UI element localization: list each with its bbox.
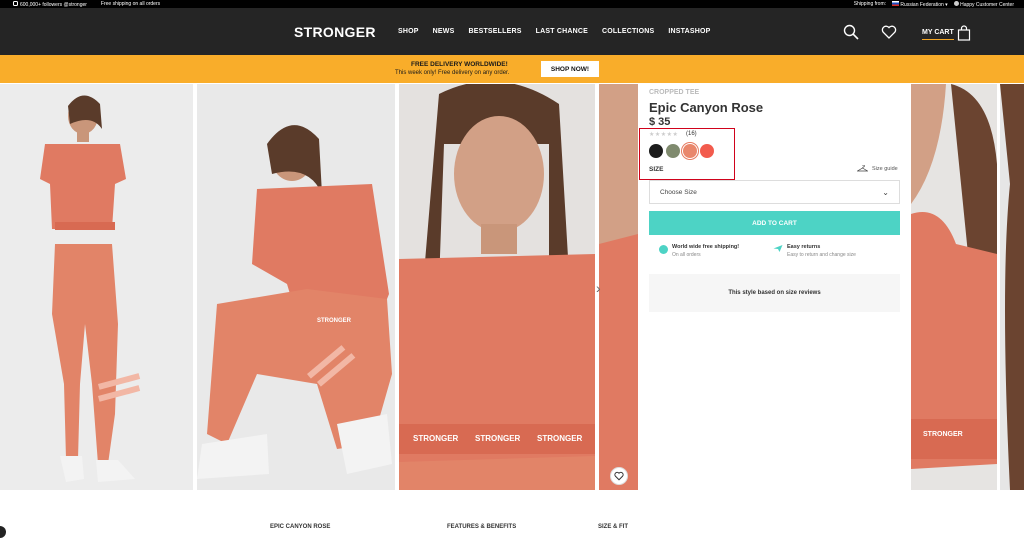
chat-widget-button[interactable] bbox=[0, 526, 6, 538]
product-image-1[interactable] bbox=[0, 84, 193, 490]
model-crouching-image: STRONGER bbox=[197, 125, 392, 479]
shipping-from-label: Shipping from: bbox=[853, 1, 887, 7]
size-guide-text: Size guide bbox=[872, 165, 898, 172]
heart-icon bbox=[614, 471, 624, 481]
promo-subtitle: This week only! Free delivery on any ord… bbox=[395, 70, 510, 76]
feature-subtitle: Easy to return and change size bbox=[787, 252, 856, 258]
nav-item-bestsellers[interactable]: BESTSELLERS bbox=[468, 28, 521, 35]
section-tab-features[interactable]: FEATURES & BENEFITS bbox=[447, 524, 516, 530]
add-to-cart-button[interactable]: ADD TO CART bbox=[649, 211, 900, 235]
top-bar: 600,000+ followers @stronger Free shippi… bbox=[0, 0, 1024, 8]
bag-icon[interactable] bbox=[957, 25, 971, 41]
section-tab-product-name[interactable]: EPIC CANYON ROSE bbox=[270, 524, 330, 530]
my-cart-link[interactable]: MY CART bbox=[922, 29, 954, 40]
customer-center-link[interactable]: Happy Customer Center bbox=[953, 0, 1014, 8]
main-nav: STRONGER SHOP NEWS BESTSELLERS LAST CHAN… bbox=[0, 8, 1024, 55]
nav-item-collections[interactable]: COLLECTIONS bbox=[602, 28, 654, 35]
heart-icon[interactable] bbox=[881, 24, 897, 40]
product-info-panel: CROPPED TEE Epic Canyon Rose $ 35 ★★★★★ … bbox=[638, 84, 911, 490]
gallery-next-arrow[interactable]: › bbox=[596, 280, 601, 296]
shirt-print-text: STRONGER bbox=[475, 434, 521, 443]
shirt-print-text: STRONGER bbox=[537, 434, 583, 443]
return-plane-icon bbox=[773, 245, 783, 252]
instagram-icon bbox=[13, 0, 18, 6]
nav-item-last-chance[interactable]: LAST CHANCE bbox=[536, 28, 588, 35]
add-to-wishlist-button[interactable] bbox=[610, 467, 628, 485]
shirt-print-text: STRONGER bbox=[923, 431, 963, 438]
country-selector[interactable]: Russian Federation ▾ bbox=[892, 0, 948, 8]
product-price: $ 35 bbox=[649, 116, 671, 128]
followers-link[interactable]: 600,000+ followers @stronger bbox=[13, 0, 87, 8]
size-label: SIZE bbox=[649, 166, 664, 173]
top-bar-left: 600,000+ followers @stronger Free shippi… bbox=[13, 0, 161, 8]
chevron-down-icon: ▾ bbox=[945, 1, 948, 8]
feature-easy-returns: Easy returns Easy to return and change s… bbox=[773, 244, 856, 258]
size-reviews-box: This style based on size reviews bbox=[649, 274, 900, 312]
shipping-note: Free shipping on all orders bbox=[100, 1, 161, 7]
product-image-3[interactable]: STRONGER STRONGER STRONGER bbox=[399, 81, 595, 490]
globe-icon bbox=[659, 245, 668, 254]
followers-text: 600,000+ followers @stronger bbox=[20, 1, 87, 8]
search-icon[interactable] bbox=[843, 24, 859, 40]
model-full-body-image bbox=[40, 95, 141, 482]
feature-subtitle: On all orders bbox=[672, 252, 701, 258]
customer-center-text: Happy Customer Center bbox=[960, 1, 1014, 8]
section-tab-size-fit[interactable]: SIZE & FIT bbox=[598, 524, 628, 530]
promo-title: FREE DELIVERY WORLDWIDE! bbox=[411, 61, 508, 68]
hanger-icon bbox=[857, 165, 868, 172]
product-name: Epic Canyon Rose bbox=[649, 100, 764, 115]
product-image-6[interactable] bbox=[1000, 84, 1024, 490]
top-bar-right: Shipping from: Russian Federation ▾ Happ… bbox=[853, 0, 1014, 8]
feature-free-shipping: World wide free shipping! On all orders bbox=[659, 244, 739, 258]
model-closeup-image: STRONGER STRONGER STRONGER bbox=[399, 81, 595, 490]
nav-item-shop[interactable]: SHOP bbox=[398, 28, 419, 35]
nav-menu: SHOP NEWS BESTSELLERS LAST CHANCE COLLEC… bbox=[398, 28, 710, 35]
avatar-icon bbox=[953, 0, 959, 6]
product-image-4[interactable] bbox=[599, 84, 638, 490]
shop-now-button[interactable]: SHOP NOW! bbox=[541, 61, 599, 77]
shirt-print-text: STRONGER bbox=[413, 434, 459, 443]
nav-item-instashop[interactable]: INSTASHOP bbox=[668, 28, 710, 35]
model-partial-image bbox=[1000, 84, 1024, 490]
model-side-image bbox=[599, 84, 638, 490]
product-category: CROPPED TEE bbox=[649, 89, 700, 96]
country-name: Russian Federation bbox=[900, 1, 944, 8]
feature-title: World wide free shipping! bbox=[672, 244, 740, 250]
russia-flag-icon bbox=[892, 0, 900, 6]
product-image-5[interactable]: STRONGER bbox=[911, 84, 997, 490]
chevron-down-icon: ⌄ bbox=[882, 187, 889, 197]
size-select[interactable]: Choose Size ⌄ bbox=[649, 180, 900, 204]
nav-item-news[interactable]: NEWS bbox=[433, 28, 455, 35]
product-image-2[interactable]: STRONGER bbox=[197, 84, 395, 490]
size-select-value: Choose Size bbox=[660, 188, 697, 196]
shirt-print-text: STRONGER bbox=[317, 318, 352, 324]
feature-title: Easy returns bbox=[787, 244, 821, 250]
size-guide-link[interactable]: Size guide bbox=[857, 165, 898, 172]
model-back-image: STRONGER bbox=[911, 84, 997, 469]
promo-banner: FREE DELIVERY WORLDWIDE! This week only!… bbox=[0, 55, 1024, 83]
logo[interactable]: STRONGER bbox=[294, 24, 376, 40]
